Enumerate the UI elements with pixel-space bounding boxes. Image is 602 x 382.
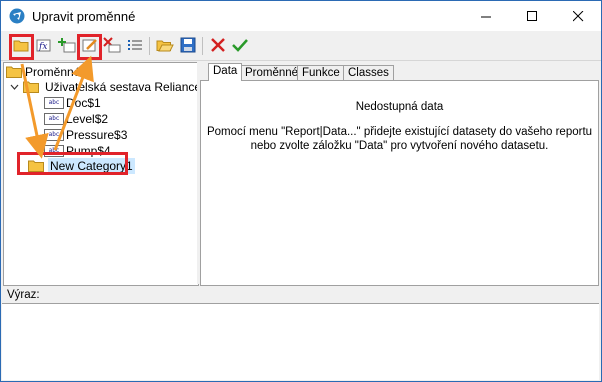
function-icon: fx	[36, 39, 51, 52]
new-variable-button[interactable]	[57, 35, 77, 55]
expression-label: Výraz:	[7, 289, 40, 301]
add-variable-icon	[58, 38, 76, 53]
save-button[interactable]	[178, 35, 198, 55]
open-folder-icon	[156, 40, 174, 52]
expression-input[interactable]	[2, 303, 599, 380]
cancel-button[interactable]	[208, 35, 228, 55]
tab-data[interactable]: Data	[208, 63, 243, 81]
highlight-new-category-node	[17, 152, 128, 175]
tree-root-label: Proměnné	[25, 65, 81, 79]
tab-classes[interactable]: Classes	[343, 65, 394, 81]
no-data-heading: Nedostupná data	[355, 101, 444, 113]
tree-variable-item[interactable]: abc Pressure$3	[44, 127, 194, 143]
minimize-icon	[480, 16, 491, 17]
tree-report-label: Uživatelská sestava Reliance	[45, 80, 202, 94]
new-function-button[interactable]: fx	[34, 35, 54, 55]
maximize-icon	[526, 10, 537, 21]
list-button[interactable]	[125, 35, 145, 55]
title-bar[interactable]: Upravit proměnné	[1, 1, 601, 31]
data-tab-content: Nedostupná data Pomocí menu "Report|Data…	[200, 80, 599, 286]
tab-variables[interactable]: Proměnné	[240, 65, 304, 81]
toolbar-separator	[149, 37, 150, 55]
chevron-down-icon[interactable]	[10, 83, 19, 92]
string-variable-icon: abc	[44, 97, 64, 109]
delete-icon	[103, 37, 121, 53]
highlight-new-category-button	[9, 34, 34, 60]
tree-variable-item[interactable]: abc Level$2	[44, 111, 194, 127]
tab-strip: Data Proměnné Funkce Classes	[200, 62, 599, 81]
close-icon	[572, 10, 583, 21]
tree-variable-label: Level$2	[66, 112, 109, 126]
folder-icon	[6, 66, 22, 78]
string-variable-icon: abc	[44, 113, 64, 125]
details-panel: Data Proměnné Funkce Classes Nedostupná …	[200, 62, 599, 286]
toolbar-separator	[202, 37, 203, 55]
list-icon	[128, 40, 142, 50]
delete-button[interactable]	[102, 35, 122, 55]
highlight-edit-button	[77, 34, 102, 60]
open-button[interactable]	[155, 35, 175, 55]
no-data-message-line1: Pomocí menu "Report|Data..." přidejte ex…	[206, 126, 593, 138]
tab-functions[interactable]: Funkce	[297, 65, 345, 81]
tree-root-node[interactable]: Proměnné	[6, 64, 196, 80]
tree-variable-label: Pressure$3	[66, 128, 128, 142]
no-data-message-line2: nebo zvolte záložku "Data" pro vytvoření…	[250, 140, 549, 152]
window-title: Upravit proměnné	[32, 9, 136, 24]
tree-report-node[interactable]: Uživatelská sestava Reliance	[8, 79, 201, 95]
folder-icon	[23, 81, 39, 93]
close-button[interactable]	[555, 1, 601, 31]
save-icon	[180, 37, 196, 53]
confirm-button[interactable]	[230, 35, 250, 55]
app-logo-icon	[9, 8, 25, 24]
minimize-button[interactable]	[463, 1, 509, 31]
svg-text:fx: fx	[38, 42, 47, 52]
string-variable-icon: abc	[44, 129, 64, 141]
tree-variable-item[interactable]: abc Doc$1	[44, 95, 194, 111]
cross-icon	[211, 38, 225, 52]
check-icon	[232, 39, 248, 52]
maximize-button[interactable]	[509, 1, 555, 31]
tree-variable-label: Doc$1	[66, 96, 101, 110]
